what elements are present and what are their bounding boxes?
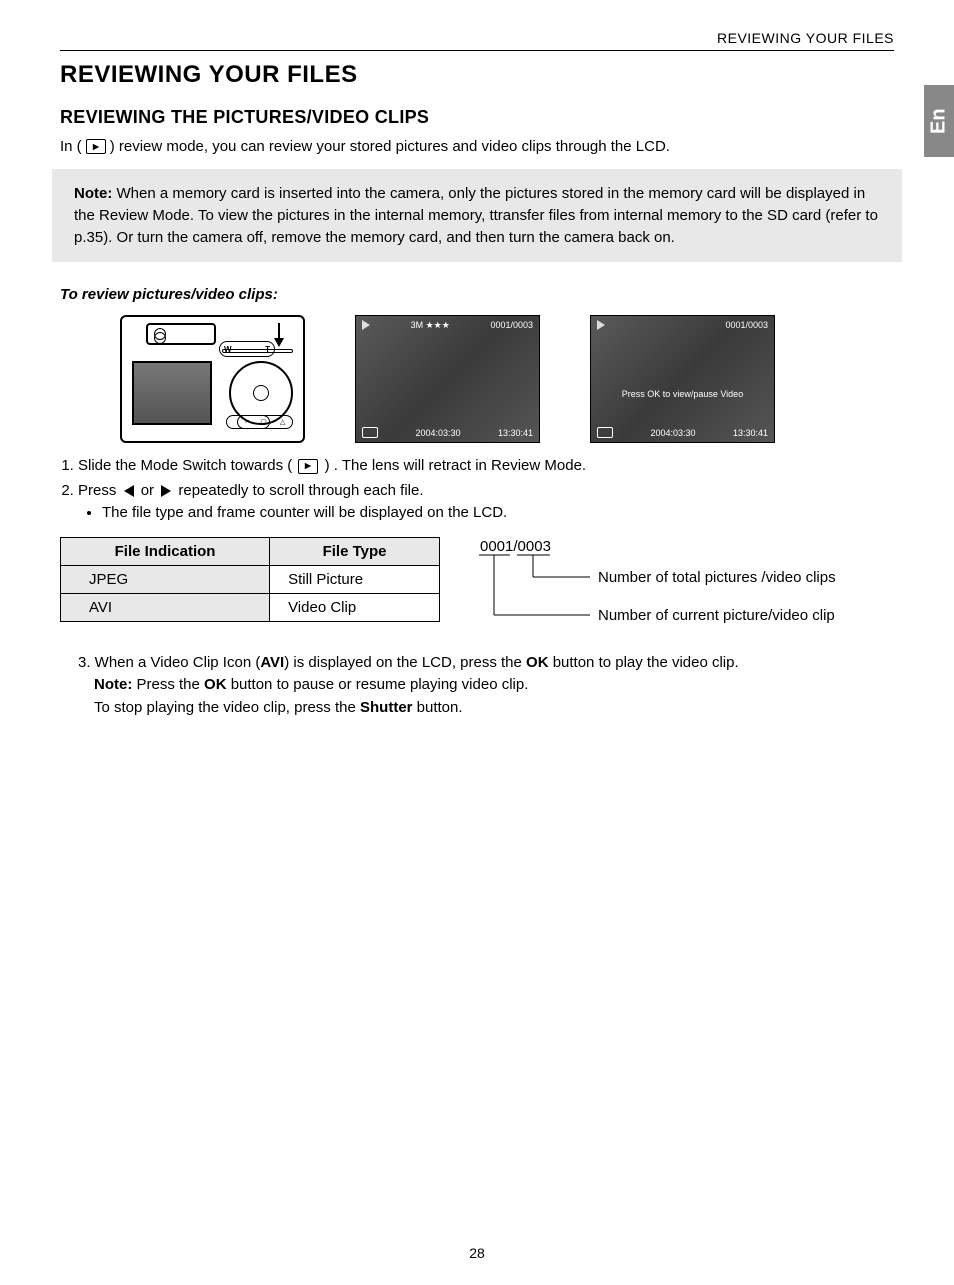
running-header: REVIEWING YOUR FILES (60, 30, 894, 51)
time-text: 13:30:41 (498, 428, 533, 438)
lcd-preview-video: 0001/0003 Press OK to view/pause Video 2… (590, 315, 775, 443)
counter-example: 0001/0003 (480, 538, 551, 555)
zoom-wide-label: W (224, 345, 232, 354)
intro-pre: In ( (60, 138, 82, 155)
frame-counter: 0001/0003 (725, 320, 768, 330)
subhead: To review pictures/video clips: (60, 286, 894, 303)
step3-line3b: button. (413, 699, 463, 716)
step2-pre: Press (78, 482, 121, 499)
section-title: REVIEWING THE PICTURES/VIDEO CLIPS (60, 107, 894, 128)
cell-jpeg: JPEG (61, 565, 270, 593)
arrow-left-icon (124, 485, 134, 497)
play-indicator-icon (597, 320, 605, 330)
camera-mode-switch: ◦▢△ (237, 415, 293, 429)
step2-mid: or (141, 482, 159, 499)
callout-diagram: 0001/0003 Number of total pictures /vide… (470, 537, 890, 632)
step3-pre: 3. When a Video Clip Icon ( (78, 654, 260, 671)
step3-mid1: ) is displayed on the LCD, press the (284, 654, 526, 671)
card-icon (597, 427, 613, 438)
image-row: W T ◦▢△ 3M ★★★ 0001/0003 2004:03:30 13:3… (60, 315, 894, 443)
arrow-right-icon (161, 485, 171, 497)
avi-label: AVI (260, 654, 284, 671)
camera-top (146, 323, 216, 345)
camera-diagram: W T ◦▢△ (120, 315, 305, 443)
frame-counter: 0001/0003 (490, 320, 533, 331)
cell-avi: AVI (61, 593, 270, 621)
time-text: 13:30:41 (733, 428, 768, 438)
ok-label2: OK (204, 676, 227, 693)
intro-post: ) review mode, you can review your store… (110, 138, 670, 155)
date-text: 2004:03:30 (650, 428, 695, 438)
step2-post: repeatedly to scroll through each file. (178, 482, 423, 499)
step1-pre: Slide the Mode Switch towards ( (78, 457, 292, 474)
step3-mid2: button to play the video clip. (549, 654, 739, 671)
play-mode-icon (86, 139, 106, 154)
zoom-tele-label: T (265, 345, 270, 354)
step-1: Slide the Mode Switch towards ( ) . The … (78, 455, 894, 478)
step3-line2b: Press the (132, 676, 204, 693)
note-box: Note: When a memory card is inserted int… (52, 169, 902, 262)
step-3: 3. When a Video Clip Icon (AVI) is displ… (60, 652, 894, 720)
step3-line3a: To stop playing the video clip, press th… (94, 699, 360, 716)
table-row: JPEG Still Picture (61, 565, 440, 593)
table-row: AVI Video Clip (61, 593, 440, 621)
counter-callout: 0001/0003 Number of total pictures /vide… (470, 537, 890, 636)
play-mode-icon (298, 459, 318, 474)
note-label: Note: (74, 185, 112, 202)
language-tab: En (924, 85, 954, 157)
arrow-down-icon (272, 323, 286, 347)
step3-line2c: button to pause or resume playing video … (227, 676, 529, 693)
page-number: 28 (0, 1245, 954, 1261)
cell-still: Still Picture (270, 565, 440, 593)
table-header-indication: File Indication (61, 537, 270, 565)
table-callout-row: File Indication File Type JPEG Still Pic… (60, 537, 894, 636)
file-type-table: File Indication File Type JPEG Still Pic… (60, 537, 440, 622)
ok-label: OK (526, 654, 549, 671)
card-icon (362, 427, 378, 438)
quality-indicator: 3M ★★★ (411, 320, 450, 331)
callout-total-label: Number of total pictures /video clips (598, 569, 836, 586)
steps-list: Slide the Mode Switch towards ( ) . The … (60, 455, 894, 525)
lcd-preview-photo: 3M ★★★ 0001/0003 2004:03:30 13:30:41 (355, 315, 540, 443)
zoom-rocker: W T (219, 341, 275, 357)
date-text: 2004:03:30 (415, 428, 460, 438)
table-header-type: File Type (270, 537, 440, 565)
step1-post: ) . The lens will retract in Review Mode… (325, 457, 586, 474)
video-hint-text: Press OK to view/pause Video (591, 389, 774, 399)
shutter-label: Shutter (360, 699, 413, 716)
page-title: REVIEWING YOUR FILES (60, 61, 894, 89)
step-2: Press or repeatedly to scroll through ea… (78, 480, 894, 525)
step2-bullet: The file type and frame counter will be … (102, 502, 894, 525)
play-indicator-icon (362, 320, 370, 330)
step3-note-label: Note: (94, 676, 132, 693)
callout-current-label: Number of current picture/video clip (598, 607, 835, 624)
note-text: When a memory card is inserted into the … (74, 185, 878, 246)
intro-text: In ( ) review mode, you can review your … (60, 138, 894, 155)
cell-video: Video Clip (270, 593, 440, 621)
camera-lcd (132, 361, 212, 425)
